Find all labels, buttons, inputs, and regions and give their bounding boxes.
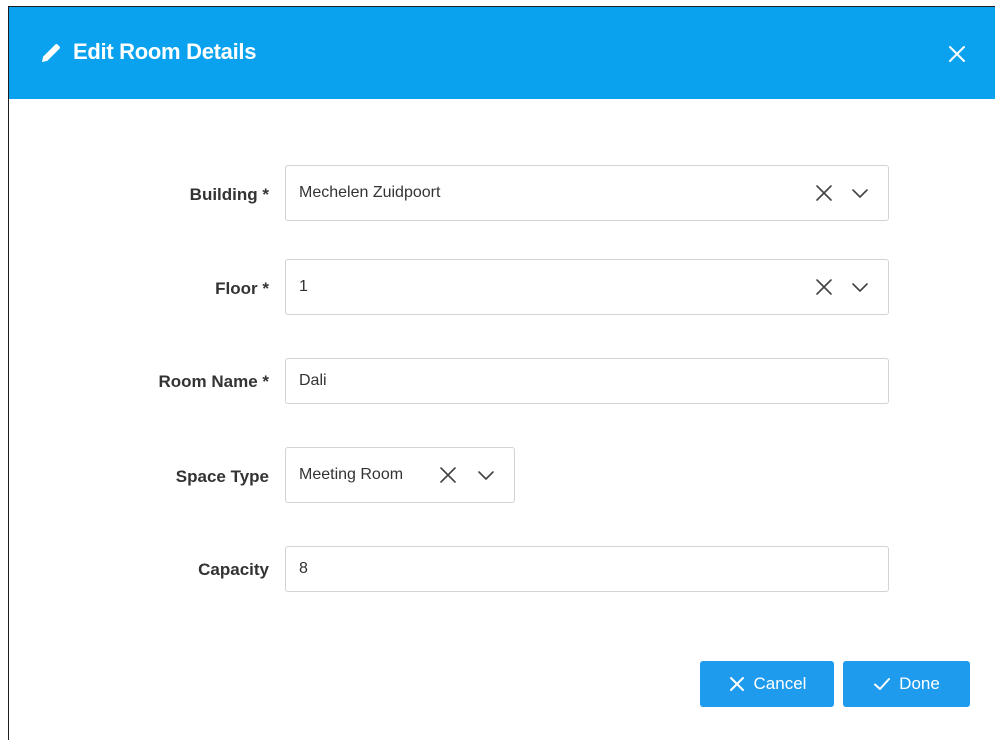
checkmark-icon [874,678,891,690]
cancel-label: Cancel [753,674,807,693]
cancel-button[interactable]: Cancel [700,661,834,707]
dialog-title: Edit Room Details [73,39,257,64]
pencil-icon [42,44,60,62]
clear-icon[interactable] [438,465,458,485]
building-select[interactable]: Mechelen Zuidpoort [285,165,889,221]
building-value: Mechelen Zuidpoort [299,184,441,201]
close-icon[interactable] [947,44,967,64]
chevron-down-icon[interactable] [850,277,870,297]
building-label: Building * [189,185,269,204]
chevron-down-icon[interactable] [850,183,870,203]
done-label: Done [899,674,940,693]
space-type-select[interactable]: Meeting Room [285,447,515,503]
clear-icon[interactable] [814,183,834,203]
floor-select[interactable]: 1 [285,259,889,315]
capacity-input[interactable]: 8 [285,546,889,592]
room-name-value: Dali [299,372,327,389]
edit-room-dialog: Edit Room Details Building * Mechelen Zu… [8,6,995,740]
close-icon [729,677,744,691]
clear-icon[interactable] [814,277,834,297]
done-button[interactable]: Done [843,661,970,707]
room-name-input[interactable]: Dali [285,358,889,404]
chevron-down-icon[interactable] [476,465,496,485]
floor-label: Floor * [215,279,269,298]
capacity-value: 8 [299,560,308,577]
space-type-label: Space Type [175,467,269,486]
space-type-value: Meeting Room [299,466,404,483]
dialog-header: Edit Room Details [9,7,995,99]
floor-value: 1 [299,278,308,295]
capacity-label: Capacity [198,560,269,579]
room-name-label: Room Name * [158,372,269,391]
